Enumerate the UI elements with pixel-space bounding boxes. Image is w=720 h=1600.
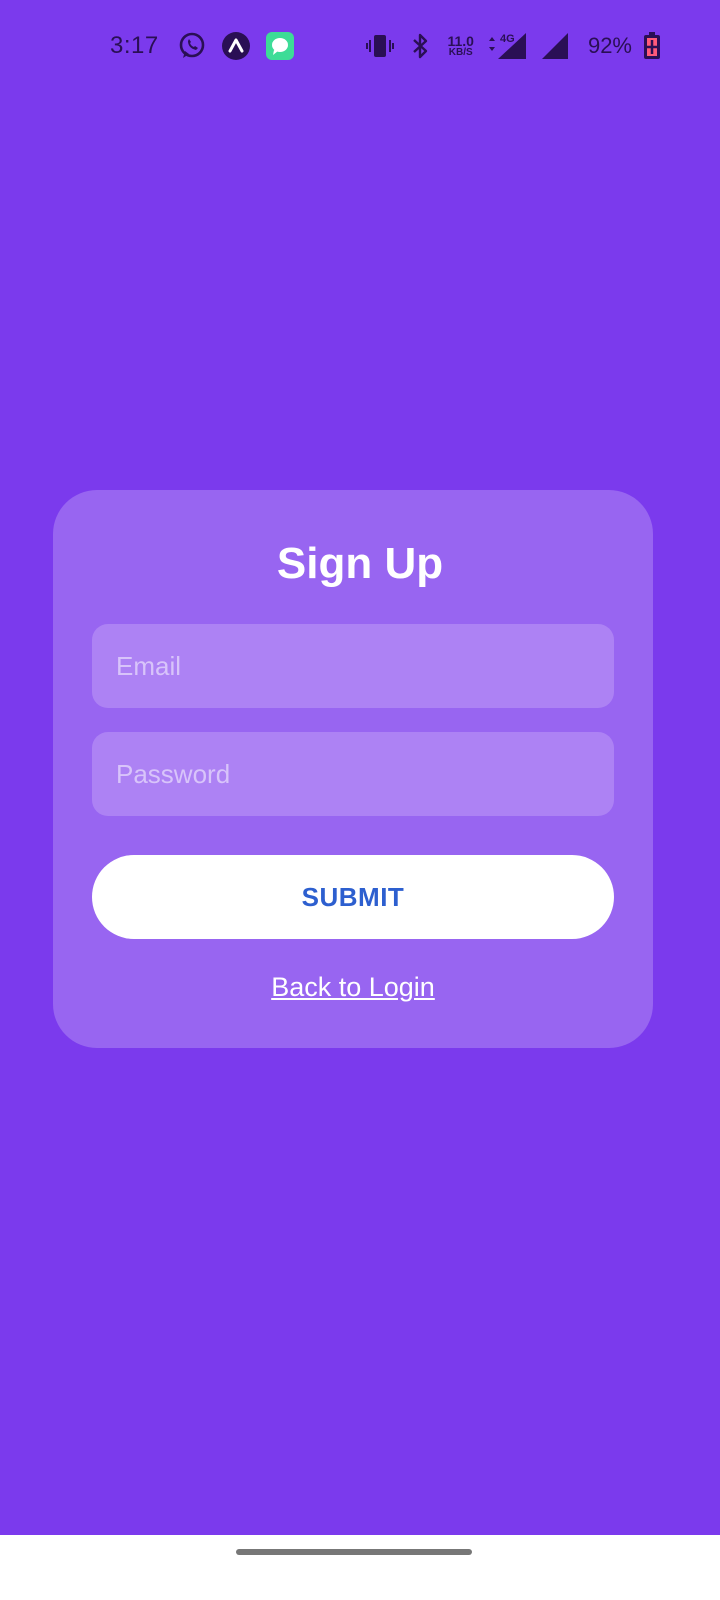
network-speed-unit: KB/S — [448, 47, 473, 58]
vibrate-icon — [365, 31, 395, 61]
whatsapp-icon — [177, 31, 207, 61]
bluetooth-icon — [405, 31, 435, 61]
password-field[interactable] — [92, 732, 614, 816]
status-right: 11.0 KB/S 4G 92% — [365, 28, 662, 64]
battery-percent: 92% — [587, 33, 632, 58]
app-a-icon — [221, 31, 251, 61]
signal-icon — [540, 31, 570, 61]
network-type-label: 4G — [500, 33, 515, 45]
submit-button[interactable]: SUBMIT — [92, 855, 614, 939]
page-title: Sign Up — [276, 539, 444, 588]
back-to-login-link[interactable]: Back to Login — [0, 972, 706, 1003]
status-time: 3:17 — [110, 32, 159, 59]
network-speed: 11.0 KB/S — [447, 34, 473, 58]
network-speed-value: 11.0 — [447, 33, 474, 49]
status-bar: 3:17 11.0 KB/S 4G 92% — [0, 0, 720, 92]
status-left: 3:17 — [110, 28, 295, 64]
messages-icon — [265, 31, 295, 61]
home-gesture-handle[interactable] — [236, 1549, 472, 1555]
email-field[interactable] — [92, 624, 614, 708]
navigation-bar — [0, 1535, 720, 1600]
battery-charging-icon — [642, 31, 662, 61]
signal-4g-icon: 4G — [486, 31, 530, 61]
